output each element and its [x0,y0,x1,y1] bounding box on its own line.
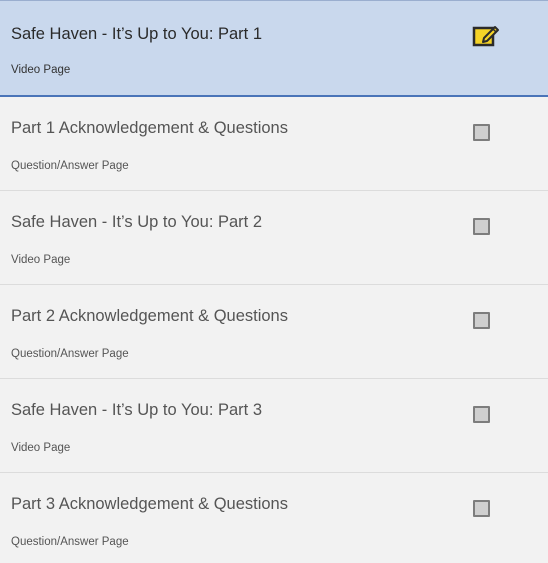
lesson-title: Safe Haven - It’s Up to You: Part 3 [11,401,263,419]
checkbox-icon[interactable] [473,500,490,517]
edit-icon[interactable] [472,23,500,49]
lesson-type: Video Page [11,254,71,266]
lesson-title: Part 3 Acknowledgement & Questions [11,495,288,513]
lesson-item-part-2-video[interactable]: Safe Haven - It’s Up to You: Part 2 Vide… [0,191,548,285]
checkbox-icon[interactable] [473,406,490,423]
checkbox-icon[interactable] [473,218,490,235]
lesson-item-part-1-questions[interactable]: Part 1 Acknowledgement & Questions Quest… [0,97,548,191]
lesson-title: Part 2 Acknowledgement & Questions [11,307,288,325]
lesson-item-part-3-video[interactable]: Safe Haven - It’s Up to You: Part 3 Vide… [0,379,548,473]
lesson-type: Question/Answer Page [11,536,129,548]
lesson-type: Question/Answer Page [11,160,129,172]
lesson-type: Question/Answer Page [11,348,129,360]
checkbox-icon[interactable] [473,312,490,329]
lesson-title: Part 1 Acknowledgement & Questions [11,119,288,137]
lesson-title: Safe Haven - It’s Up to You: Part 1 [11,25,263,43]
checkbox-icon[interactable] [473,124,490,141]
lesson-item-part-2-questions[interactable]: Part 2 Acknowledgement & Questions Quest… [0,285,548,379]
lesson-item-part-1-video[interactable]: Safe Haven - It’s Up to You: Part 1 Vide… [0,0,548,97]
lesson-item-part-3-questions[interactable]: Part 3 Acknowledgement & Questions Quest… [0,473,548,563]
lesson-type: Video Page [11,64,71,76]
lesson-list: Safe Haven - It’s Up to You: Part 1 Vide… [0,0,548,563]
lesson-title: Safe Haven - It’s Up to You: Part 2 [11,213,263,231]
lesson-type: Video Page [11,442,71,454]
